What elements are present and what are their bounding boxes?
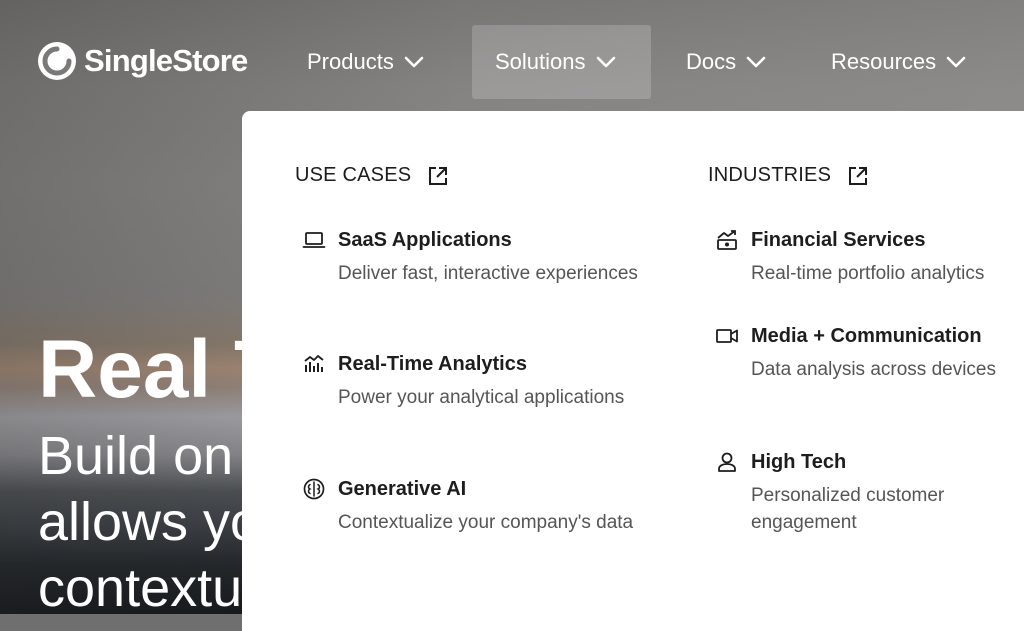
menu-item-media-communication[interactable]: Media + Communication Data analysis acro… xyxy=(715,322,1024,383)
chevron-down-icon xyxy=(946,56,966,68)
hero-subtitle-line-1: Build on xyxy=(38,426,234,486)
menu-item-description: Data analysis across devices xyxy=(751,359,996,380)
menu-item-title: Media + Communication xyxy=(751,324,982,347)
chevron-down-icon xyxy=(404,56,424,68)
nav-docs[interactable]: Docs xyxy=(686,25,766,99)
menu-item-description: Real-time portfolio analytics xyxy=(751,263,985,284)
top-navigation: SingleStore Products Solutions Docs Reso… xyxy=(0,0,1024,112)
use-cases-heading: USE CASES xyxy=(295,164,412,186)
singlestore-logo-icon xyxy=(38,42,76,80)
brand-logo[interactable]: SingleStore xyxy=(36,40,248,82)
laptop-icon xyxy=(302,232,326,248)
menu-item-high-tech[interactable]: High Tech Personalized customer engageme… xyxy=(715,448,1024,536)
nav-products-label: Products xyxy=(307,49,394,74)
industries-heading: INDUSTRIES xyxy=(708,164,832,186)
menu-item-title: Real-Time Analytics xyxy=(338,352,527,375)
menu-item-financial-services[interactable]: Financial Services Real-time portfolio a… xyxy=(715,226,1024,287)
nav-products[interactable]: Products xyxy=(307,25,424,99)
use-cases-heading-link[interactable]: USE CASES xyxy=(295,164,449,187)
solutions-dropdown-menu: USE CASES INDUSTRIES SaaS Applications D… xyxy=(242,111,1024,631)
person-icon xyxy=(718,452,736,472)
menu-item-saas-applications[interactable]: SaaS Applications Deliver fast, interact… xyxy=(302,226,638,287)
nav-resources[interactable]: Resources xyxy=(831,25,966,99)
menu-item-title: Financial Services xyxy=(751,228,926,251)
brand-name: SingleStore xyxy=(84,43,248,78)
nav-solutions[interactable]: Solutions xyxy=(472,25,651,99)
external-link-icon xyxy=(849,166,868,185)
external-link-icon xyxy=(429,166,448,185)
hero-subtitle-line-2: allows yo xyxy=(38,492,261,552)
nav-solutions-label: Solutions xyxy=(495,49,586,74)
menu-item-description: Personalized customer engagement xyxy=(751,485,945,533)
menu-item-generative-ai[interactable]: Generative AI Contextualize your company… xyxy=(302,475,638,536)
nav-docs-label: Docs xyxy=(686,49,737,74)
nav-resources-label: Resources xyxy=(831,49,937,74)
chevron-down-icon xyxy=(746,56,766,68)
analytics-chart-icon xyxy=(304,355,324,372)
menu-item-description: Deliver fast, interactive experiences xyxy=(338,263,638,284)
menu-item-description: Contextualize your company's data xyxy=(338,512,634,533)
menu-item-description: Power your analytical applications xyxy=(338,387,625,408)
brain-icon xyxy=(303,478,325,500)
hero-subtitle-line-3: contextu xyxy=(38,558,243,618)
video-camera-icon xyxy=(716,329,738,343)
menu-item-real-time-analytics[interactable]: Real-Time Analytics Power your analytica… xyxy=(302,350,638,411)
menu-item-title: Generative AI xyxy=(338,477,467,500)
menu-item-title: High Tech xyxy=(751,450,847,473)
menu-item-title: SaaS Applications xyxy=(338,228,512,251)
chevron-down-icon xyxy=(596,56,615,68)
finance-chart-icon xyxy=(717,230,737,250)
industries-heading-link[interactable]: INDUSTRIES xyxy=(708,164,869,187)
